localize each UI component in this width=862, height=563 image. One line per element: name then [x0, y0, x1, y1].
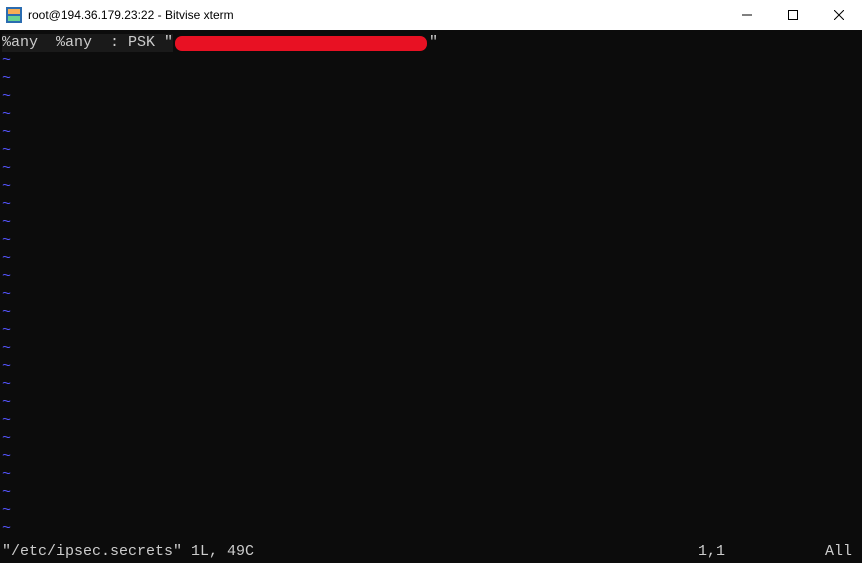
redacted-secret: [175, 36, 427, 51]
empty-line-tilde: ~: [0, 286, 862, 304]
file-content-line: %any %any : PSK " ": [0, 34, 862, 52]
maximize-button[interactable]: [770, 0, 816, 30]
empty-line-tilde: ~: [0, 412, 862, 430]
empty-line-tilde: ~: [0, 70, 862, 88]
empty-line-tilde: ~: [0, 124, 862, 142]
empty-line-tilde: ~: [0, 322, 862, 340]
vim-status-line: "/etc/ipsec.secrets" 1L, 49C 1,1 All: [2, 543, 858, 561]
empty-line-tilde: ~: [0, 394, 862, 412]
empty-line-tilde: ~: [0, 520, 862, 538]
empty-line-tilde: ~: [0, 196, 862, 214]
empty-line-tilde: ~: [0, 466, 862, 484]
empty-line-tilde: ~: [0, 358, 862, 376]
empty-line-tilde: ~: [0, 52, 862, 70]
empty-line-tilde: ~: [0, 340, 862, 358]
empty-line-tilde: ~: [0, 250, 862, 268]
status-scroll-indicator: All: [825, 543, 858, 561]
terminal-area[interactable]: %any %any : PSK " " ~~~~~~~~~~~~~~~~~~~~…: [0, 30, 862, 563]
status-cursor-position: 1,1: [698, 543, 825, 561]
close-button[interactable]: [816, 0, 862, 30]
empty-line-tilde: ~: [0, 214, 862, 232]
empty-line-tilde: ~: [0, 448, 862, 466]
window-titlebar: root@194.36.179.23:22 - Bitvise xterm: [0, 0, 862, 30]
minimize-button[interactable]: [724, 0, 770, 30]
psk-prefix: %any %any : PSK ": [2, 34, 173, 52]
empty-line-tilde: ~: [0, 160, 862, 178]
window-title: root@194.36.179.23:22 - Bitvise xterm: [28, 8, 724, 22]
empty-line-tilde: ~: [0, 484, 862, 502]
empty-line-tilde: ~: [0, 268, 862, 286]
empty-line-tilde: ~: [0, 430, 862, 448]
empty-line-tilde: ~: [0, 88, 862, 106]
empty-line-tilde: ~: [0, 232, 862, 250]
app-icon: [6, 7, 22, 23]
empty-line-tilde: ~: [0, 178, 862, 196]
empty-line-tilde: ~: [0, 106, 862, 124]
status-file-info: "/etc/ipsec.secrets" 1L, 49C: [2, 543, 254, 561]
empty-line-tilde: ~: [0, 142, 862, 160]
empty-line-tilde: ~: [0, 304, 862, 322]
empty-line-tilde: ~: [0, 502, 862, 520]
empty-line-tilde: ~: [0, 376, 862, 394]
psk-suffix: ": [429, 34, 438, 52]
window-controls: [724, 0, 862, 30]
empty-lines-region: ~~~~~~~~~~~~~~~~~~~~~~~~~~~: [0, 52, 862, 538]
